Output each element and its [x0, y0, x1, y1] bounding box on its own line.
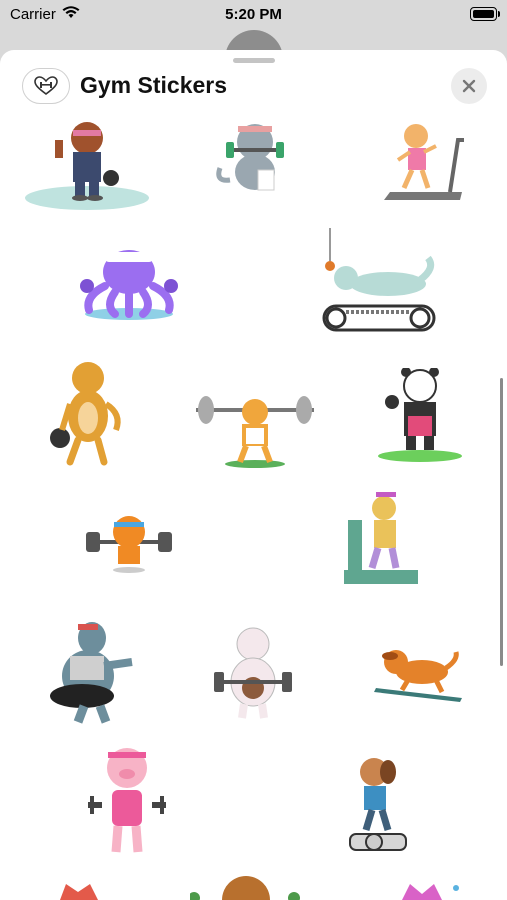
sticker-cat-treadmill[interactable] — [380, 120, 468, 206]
sheet-header: Gym Stickers — [0, 50, 507, 120]
sticker-cat-dumbbell[interactable] — [210, 120, 300, 194]
sticker-cat-stepper[interactable] — [340, 490, 422, 588]
sticker-pig-dumbbells[interactable] — [86, 742, 168, 860]
scrollbar[interactable] — [500, 378, 503, 666]
sticker-cat-barbell[interactable] — [190, 390, 320, 470]
status-time: 5:20 PM — [225, 6, 282, 23]
sticker-cat-treadmill-spider[interactable] — [316, 228, 440, 336]
sticker-tiger-barbell[interactable] — [84, 514, 174, 574]
close-button[interactable] — [451, 68, 487, 104]
sticker-panda-kettlebell[interactable] — [376, 367, 464, 464]
sticker-dog-bike[interactable] — [344, 750, 414, 858]
sticker-sheep-kettlebell[interactable] — [210, 626, 296, 722]
sticker-partial-2[interactable] — [188, 874, 300, 900]
heart-dumbbell-icon — [22, 68, 70, 104]
sticker-bear-kettlebell[interactable] — [25, 120, 151, 212]
sticker-sheet: Gym Stickers — [0, 50, 507, 900]
sticker-dog-treadmill[interactable] — [372, 634, 466, 706]
page-title: Gym Stickers — [80, 72, 228, 98]
sticker-octopus-dumbbells[interactable] — [75, 246, 183, 322]
sticker-cat-kettlebell[interactable] — [48, 360, 128, 468]
sticker-partial-1[interactable] — [56, 882, 102, 900]
battery-icon — [470, 7, 500, 21]
close-icon — [462, 79, 476, 93]
sticker-partial-3[interactable] — [398, 882, 464, 900]
sticker-hippo-workout[interactable] — [44, 618, 140, 728]
status-bar: Carrier 5:20 PM — [0, 0, 507, 32]
